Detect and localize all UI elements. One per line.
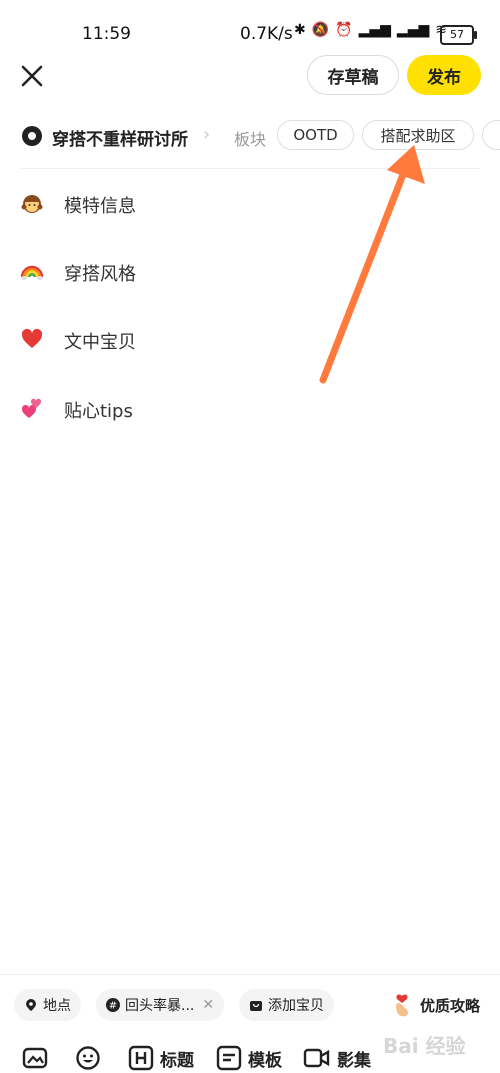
guide-label: 优质攻略 <box>420 996 481 1015</box>
network-speed: 0.7K/s <box>240 24 293 44</box>
board-label: 板块 <box>234 130 267 149</box>
video-album-button[interactable]: 影集 <box>303 1043 371 1073</box>
bottom-divider <box>0 974 500 975</box>
smiley-icon <box>76 1046 100 1070</box>
status-time: 11:59 <box>82 24 131 44</box>
template-icon <box>216 1045 242 1071</box>
hashtag-icon: # <box>106 998 120 1012</box>
image-button[interactable] <box>22 1043 54 1073</box>
location-pin-icon <box>26 999 36 1011</box>
two-hearts-emoji-icon <box>21 398 42 418</box>
finger-heart-icon <box>396 994 408 1017</box>
watermark: Bai 经验 <box>383 1034 466 1058</box>
add-item-label: 添加宝贝 <box>268 998 324 1014</box>
quality-guide-button[interactable]: 优质攻略 <box>390 989 480 1021</box>
svg-text:#: # <box>109 1001 117 1012</box>
heading-icon <box>128 1045 154 1071</box>
title-button[interactable]: 标题 <box>128 1043 194 1073</box>
status-bar: 11:59 0.7K/s ✱ 🔕 ⏰ ▂▄▆ ▂▄▆ ≋ 57 <box>0 0 500 60</box>
list-item-label: 穿搭风格 <box>64 264 136 285</box>
chip-help-zone[interactable]: 搭配求助区 <box>362 120 474 150</box>
close-button[interactable] <box>16 60 48 92</box>
add-item-tag[interactable]: 添加宝贝 <box>239 989 334 1021</box>
location-tag[interactable]: 地点 <box>14 989 81 1021</box>
save-draft-button[interactable]: 存草稿 <box>307 55 399 95</box>
rainbow-emoji-icon <box>20 265 44 280</box>
location-label: 地点 <box>43 998 71 1014</box>
status-icons: ✱ 🔕 ⏰ ▂▄▆ ▂▄▆ ≋ <box>294 22 447 38</box>
girl-emoji-icon <box>21 195 43 213</box>
image-icon <box>22 1047 48 1069</box>
title-label: 标题 <box>160 1050 194 1071</box>
mute-icon: 🔕 <box>311 22 330 38</box>
template-button[interactable]: 模板 <box>216 1043 282 1073</box>
topic-row: 穿搭不重样研讨所 › 板块 OOTD 搭配求助区 <box>0 118 500 156</box>
chevron-right-icon: › <box>203 124 211 145</box>
alarm-icon: ⏰ <box>335 22 353 38</box>
list-item-tips[interactable]: 贴心tips <box>0 389 500 429</box>
remove-tag-icon[interactable]: ✕ <box>202 997 214 1013</box>
template-label: 模板 <box>248 1050 282 1071</box>
list-item-label: 模特信息 <box>64 196 136 217</box>
list-item-label: 贴心tips <box>64 401 133 422</box>
signal-icon: ▂▄▆ <box>358 22 391 38</box>
chip-ootd[interactable]: OOTD <box>277 120 354 150</box>
video-icon <box>303 1048 330 1068</box>
annotation-arrow-icon <box>319 145 425 384</box>
chip-more[interactable] <box>482 120 500 150</box>
heart-emoji-icon <box>21 328 43 348</box>
topic-icon <box>22 126 42 146</box>
close-icon <box>21 65 43 87</box>
list-item-style[interactable]: 穿搭风格 <box>0 252 500 292</box>
signal-2-icon: ▂▄▆ <box>396 22 430 38</box>
list-item-items[interactable]: 文中宝贝 <box>0 320 500 360</box>
bluetooth-icon: ✱ <box>294 22 306 38</box>
battery-icon: 57 <box>440 25 477 45</box>
hashtag-tag[interactable]: # 回头率暴... ✕ <box>96 989 225 1021</box>
topic-name[interactable]: 穿搭不重样研讨所 <box>52 125 188 150</box>
list-item-label: 文中宝贝 <box>64 332 136 353</box>
publish-button[interactable]: 发布 <box>407 55 481 95</box>
list-item-model-info[interactable]: 模特信息 <box>0 184 500 224</box>
hashtag-label: 回头率暴... <box>125 998 195 1014</box>
shopping-bag-icon <box>250 1001 262 1011</box>
video-label: 影集 <box>337 1050 371 1071</box>
divider <box>20 168 480 169</box>
sticker-button[interactable] <box>75 1043 107 1073</box>
